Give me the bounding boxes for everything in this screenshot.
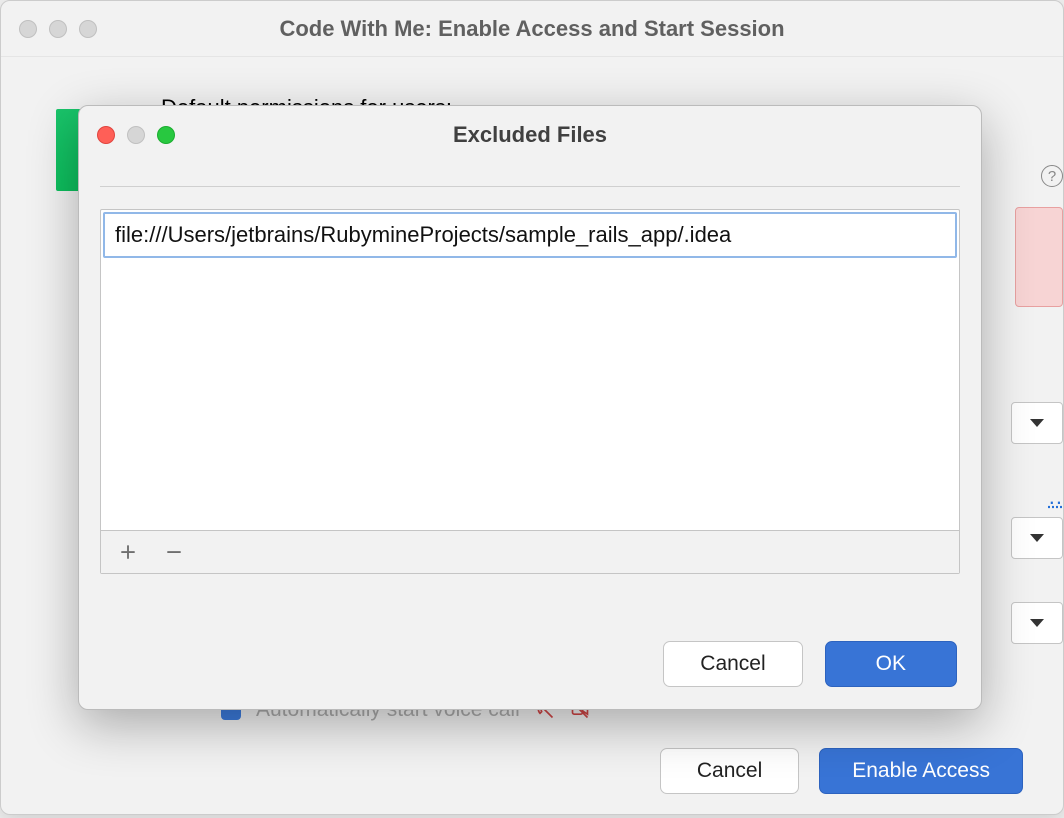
add-button[interactable] bbox=[117, 541, 139, 563]
parent-zoom-button[interactable] bbox=[79, 20, 97, 38]
dropdown-1[interactable] bbox=[1011, 402, 1063, 444]
excluded-files-list[interactable]: file:///Users/jetbrains/RubymineProjects… bbox=[101, 212, 959, 530]
dropdown-2[interactable] bbox=[1011, 517, 1063, 559]
parent-footer: Cancel Enable Access bbox=[660, 748, 1023, 794]
minus-icon bbox=[165, 543, 183, 561]
parent-cancel-button[interactable]: Cancel bbox=[660, 748, 799, 794]
help-icon[interactable]: ? bbox=[1041, 165, 1063, 187]
parent-titlebar: Code With Me: Enable Access and Start Se… bbox=[1, 1, 1063, 57]
parent-window-title: Code With Me: Enable Access and Start Se… bbox=[1, 16, 1063, 42]
modal-traffic-lights bbox=[97, 126, 175, 144]
cancel-button[interactable]: Cancel bbox=[663, 641, 802, 687]
more-link[interactable]: .. bbox=[1049, 484, 1063, 510]
list-toolbar bbox=[101, 530, 959, 573]
dropdown-3[interactable] bbox=[1011, 602, 1063, 644]
modal-titlebar: Excluded Files bbox=[79, 106, 981, 164]
remove-button[interactable] bbox=[163, 541, 185, 563]
warning-panel bbox=[1015, 207, 1063, 307]
list-item[interactable]: file:///Users/jetbrains/RubymineProjects… bbox=[103, 212, 957, 258]
modal-close-button[interactable] bbox=[97, 126, 115, 144]
ok-button[interactable]: OK bbox=[825, 641, 957, 687]
modal-footer: Cancel OK bbox=[663, 641, 957, 687]
modal-title: Excluded Files bbox=[79, 122, 981, 148]
enable-access-button[interactable]: Enable Access bbox=[819, 748, 1023, 794]
modal-zoom-button[interactable] bbox=[157, 126, 175, 144]
modal-body: file:///Users/jetbrains/RubymineProjects… bbox=[79, 164, 981, 574]
plus-icon bbox=[119, 543, 137, 561]
parent-minimize-button[interactable] bbox=[49, 20, 67, 38]
excluded-files-list-container: file:///Users/jetbrains/RubymineProjects… bbox=[100, 209, 960, 574]
parent-traffic-lights bbox=[19, 20, 97, 38]
separator bbox=[100, 186, 960, 187]
excluded-files-dialog: Excluded Files file:///Users/jetbrains/R… bbox=[78, 105, 982, 710]
parent-close-button[interactable] bbox=[19, 20, 37, 38]
modal-minimize-button[interactable] bbox=[127, 126, 145, 144]
